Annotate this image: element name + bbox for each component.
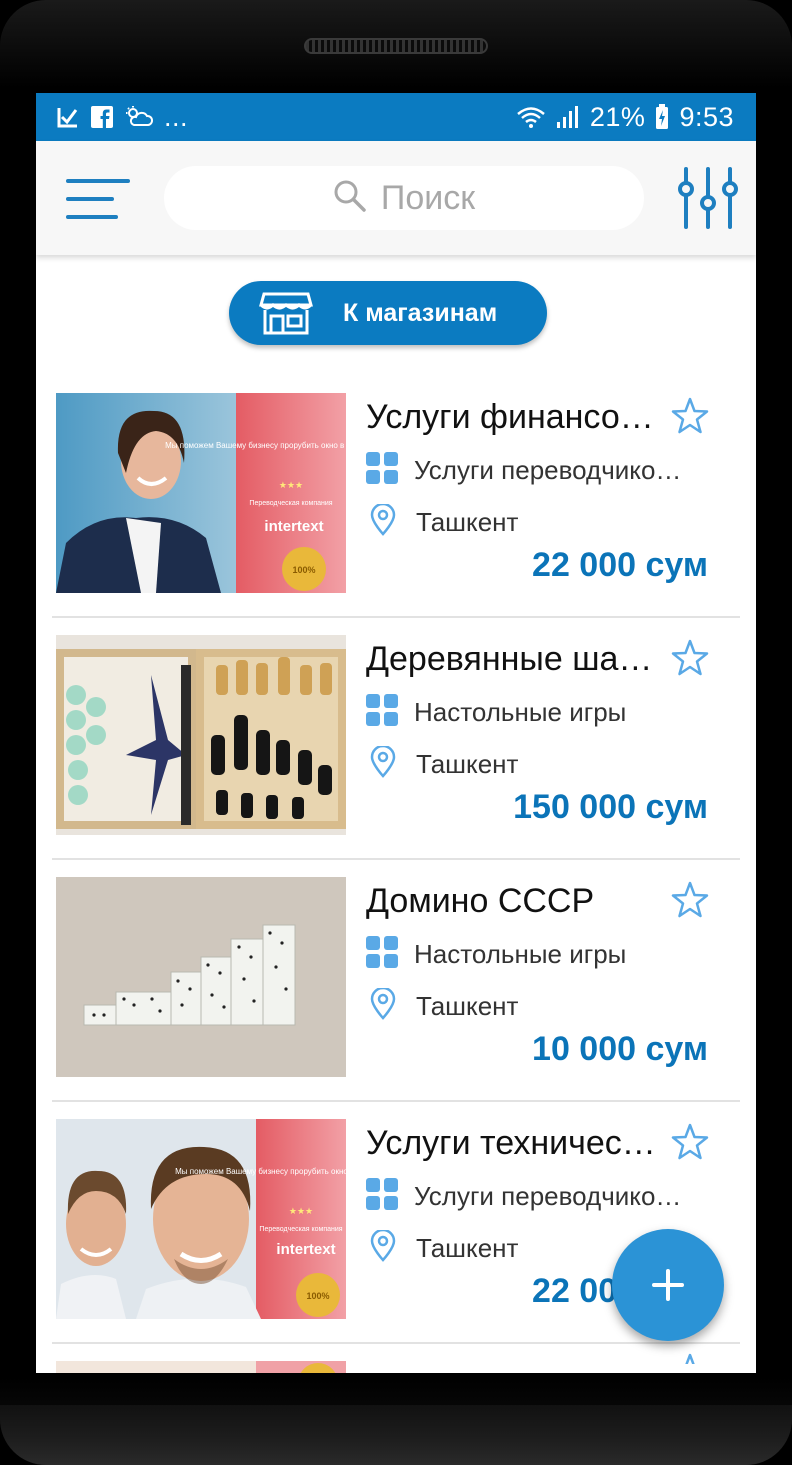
add-listing-button[interactable] [612, 1229, 724, 1341]
item-price: 150 000 сум [513, 788, 708, 826]
filter-sliders-button[interactable] [676, 165, 740, 231]
favorite-star-icon[interactable] [670, 1122, 710, 1162]
item-photo-domino-tiles [56, 877, 346, 1077]
ad-company: Переводческая компания [249, 500, 332, 507]
item-price: 22 000 сум [532, 546, 708, 584]
item-category-label: Настольные игры [414, 697, 627, 727]
item-title: Деревянные ша… [366, 640, 653, 678]
favorite-star-icon[interactable] [670, 396, 710, 436]
item-location: Ташкент [370, 986, 519, 1025]
storefront-icon [259, 291, 313, 335]
ad-brand: intertext [264, 518, 323, 535]
ad-brand: intertext [276, 1241, 335, 1258]
ad-promo-text: Мы поможем Вашему бизнесу прорубить окно… [175, 1167, 346, 1176]
menu-button[interactable] [66, 179, 132, 219]
location-pin-icon [370, 1228, 396, 1267]
ad-stars: ★★★ [279, 480, 303, 490]
item-category: Настольные игры [366, 694, 704, 731]
category-grid-icon [366, 694, 398, 731]
list-item[interactable]: Деревянные ша… Настольные игры Ташкент 1… [36, 618, 756, 860]
item-category: Услуги переводчико… [366, 1178, 704, 1215]
location-pin-icon [370, 744, 396, 783]
plus-icon [652, 1269, 684, 1301]
signal-icon [556, 103, 580, 131]
search-input[interactable]: Поиск [164, 166, 644, 230]
item-photo-partial [56, 1361, 346, 1373]
item-location: Ташкент [370, 744, 519, 783]
location-pin-icon [370, 986, 396, 1025]
wifi-icon [516, 103, 546, 131]
item-location-label: Ташкент [416, 507, 519, 537]
status-bar: ... 21% 9:53 [36, 93, 756, 141]
item-price: 10 000 сум [532, 1030, 708, 1068]
app-screen: ... 21% 9:53 Поиск К магазинам Мы поможе… [36, 93, 756, 1373]
item-photo-men-translation-ad: Мы поможем Вашему бизнесу прорубить окно… [56, 1119, 346, 1319]
category-grid-icon [366, 452, 398, 489]
sliders-icon [678, 167, 738, 229]
item-category-label: Настольные игры [414, 939, 627, 969]
item-category-label: Услуги переводчико… [414, 1181, 682, 1211]
to-stores-label: К магазинам [343, 298, 498, 327]
location-pin-icon [370, 502, 396, 541]
battery-percent: 21% [589, 101, 646, 132]
search-placeholder: Поиск [380, 178, 476, 217]
menu-line [66, 215, 118, 219]
item-title: Домино СССР [366, 882, 595, 920]
list-item[interactable]: Мы поможем Вашему бизнесу прорубить окно… [36, 376, 756, 618]
item-photo-woman-translation-ad: Мы поможем Вашему бизнесу прорубить окно… [56, 393, 346, 593]
speaker-grille [304, 38, 488, 54]
ad-seal: 100% [292, 565, 315, 575]
item-category: Настольные игры [366, 936, 704, 973]
item-photo-backgammon-chess-board [56, 635, 346, 835]
listing-list: Мы поможем Вашему бизнесу прорубить окно… [36, 376, 756, 1373]
item-location: Ташкент [370, 1228, 519, 1267]
item-location-label: Ташкент [416, 749, 519, 779]
item-location-label: Ташкент [416, 1233, 519, 1263]
ad-company: Переводческая компания [259, 1226, 342, 1233]
phone-frame: ... 21% 9:53 Поиск К магазинам Мы поможе… [0, 0, 792, 1465]
download-check-icon [56, 103, 80, 131]
item-location: Ташкент [370, 502, 519, 541]
item-category-label: Услуги переводчико… [414, 455, 682, 485]
category-grid-icon [366, 1178, 398, 1215]
bottom-bezel [0, 1405, 792, 1465]
list-item-partial[interactable] [36, 1344, 756, 1373]
favorite-star-icon[interactable] [670, 1352, 710, 1364]
item-location-label: Ташкент [416, 991, 519, 1021]
favorite-star-icon[interactable] [670, 638, 710, 678]
to-stores-button[interactable]: К магазинам [229, 281, 547, 345]
ad-stars: ★★★ [289, 1206, 313, 1216]
ad-seal: 100% [306, 1291, 329, 1301]
item-title: Услуги финансо… [366, 398, 654, 436]
facebook-icon [90, 103, 114, 131]
battery-charging-icon [655, 103, 669, 131]
favorite-star-icon[interactable] [670, 880, 710, 920]
weather-cloud-icon [124, 103, 154, 131]
item-title: Услуги техничес… [366, 1124, 656, 1162]
top-app-bar: Поиск [36, 141, 756, 255]
list-item[interactable]: Домино СССР Настольные игры Ташкент 10 0… [36, 860, 756, 1102]
menu-line [66, 179, 130, 183]
category-grid-icon [366, 936, 398, 973]
item-category: Услуги переводчико… [366, 452, 704, 489]
ad-promo-text: Мы поможем Вашему бизнесу прорубить окно… [165, 441, 346, 450]
more-notifications: ... [164, 101, 189, 132]
clock: 9:53 [679, 101, 734, 132]
menu-line [66, 197, 114, 201]
search-icon [333, 179, 367, 218]
